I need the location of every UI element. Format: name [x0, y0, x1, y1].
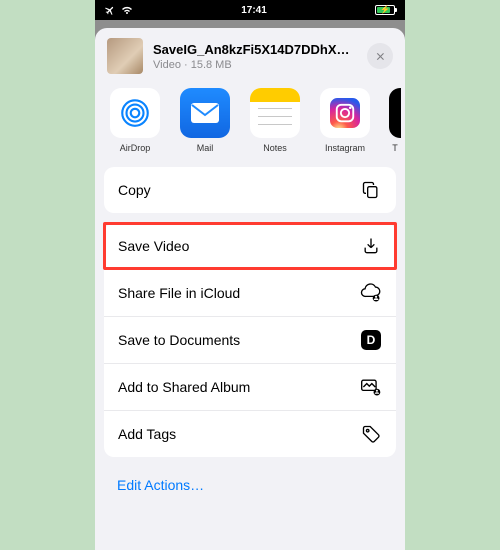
close-icon [375, 51, 386, 62]
action-label: Copy [118, 182, 151, 198]
shared-album-icon [360, 376, 382, 398]
action-share-icloud[interactable]: Share File in iCloud [104, 270, 396, 317]
action-group-1: Copy [104, 167, 396, 213]
share-target-airdrop[interactable]: AirDrop [109, 88, 161, 153]
wifi-icon [121, 5, 133, 15]
file-title: SaveIG_An8kzFi5X14D7DDhXM... [153, 42, 357, 57]
instagram-icon [320, 88, 370, 138]
file-subtitle: Video · 15.8 MB [153, 59, 357, 71]
share-target-notes[interactable]: Notes [249, 88, 301, 153]
status-time: 17:41 [241, 5, 267, 16]
action-label: Save to Documents [118, 332, 240, 348]
action-label: Add to Shared Album [118, 379, 250, 395]
action-add-tags[interactable]: Add Tags [104, 411, 396, 457]
action-label: Add Tags [118, 426, 176, 442]
action-save-video[interactable]: Save Video [104, 223, 396, 270]
airdrop-icon [110, 88, 160, 138]
app-targets-row: AirDrop Mail Notes Instag [95, 88, 405, 167]
share-target-partial[interactable]: T [389, 88, 401, 153]
documents-app-icon: D [360, 329, 382, 351]
share-sheet: SaveIG_An8kzFi5X14D7DDhXM... Video · 15.… [95, 28, 405, 550]
partial-app-icon [389, 88, 401, 138]
status-bar: 17:41 ⚡ [95, 0, 405, 20]
phone-frame: 17:41 ⚡ SaveIG_An8kzFi5X14D7DDhXM... Vid… [95, 0, 405, 550]
action-label: Save Video [118, 238, 189, 254]
airplane-mode-icon [105, 5, 116, 16]
action-copy[interactable]: Copy [104, 167, 396, 213]
tag-icon [360, 423, 382, 445]
share-target-mail[interactable]: Mail [179, 88, 231, 153]
mail-icon [180, 88, 230, 138]
notes-icon [250, 88, 300, 138]
action-save-documents[interactable]: Save to Documents D [104, 317, 396, 364]
action-add-shared-album[interactable]: Add to Shared Album [104, 364, 396, 411]
save-video-icon [360, 235, 382, 257]
share-target-instagram[interactable]: Instagram [319, 88, 371, 153]
icloud-share-icon [360, 282, 382, 304]
edit-actions-button[interactable]: Edit Actions… [95, 467, 405, 513]
battery-icon: ⚡ [375, 5, 395, 15]
file-thumbnail [107, 38, 143, 74]
action-group-2: Save Video Share File in iCloud Save to … [104, 223, 396, 457]
close-button[interactable] [367, 43, 393, 69]
action-label: Share File in iCloud [118, 285, 240, 301]
copy-icon [360, 179, 382, 201]
sheet-header: SaveIG_An8kzFi5X14D7DDhXM... Video · 15.… [95, 28, 405, 88]
